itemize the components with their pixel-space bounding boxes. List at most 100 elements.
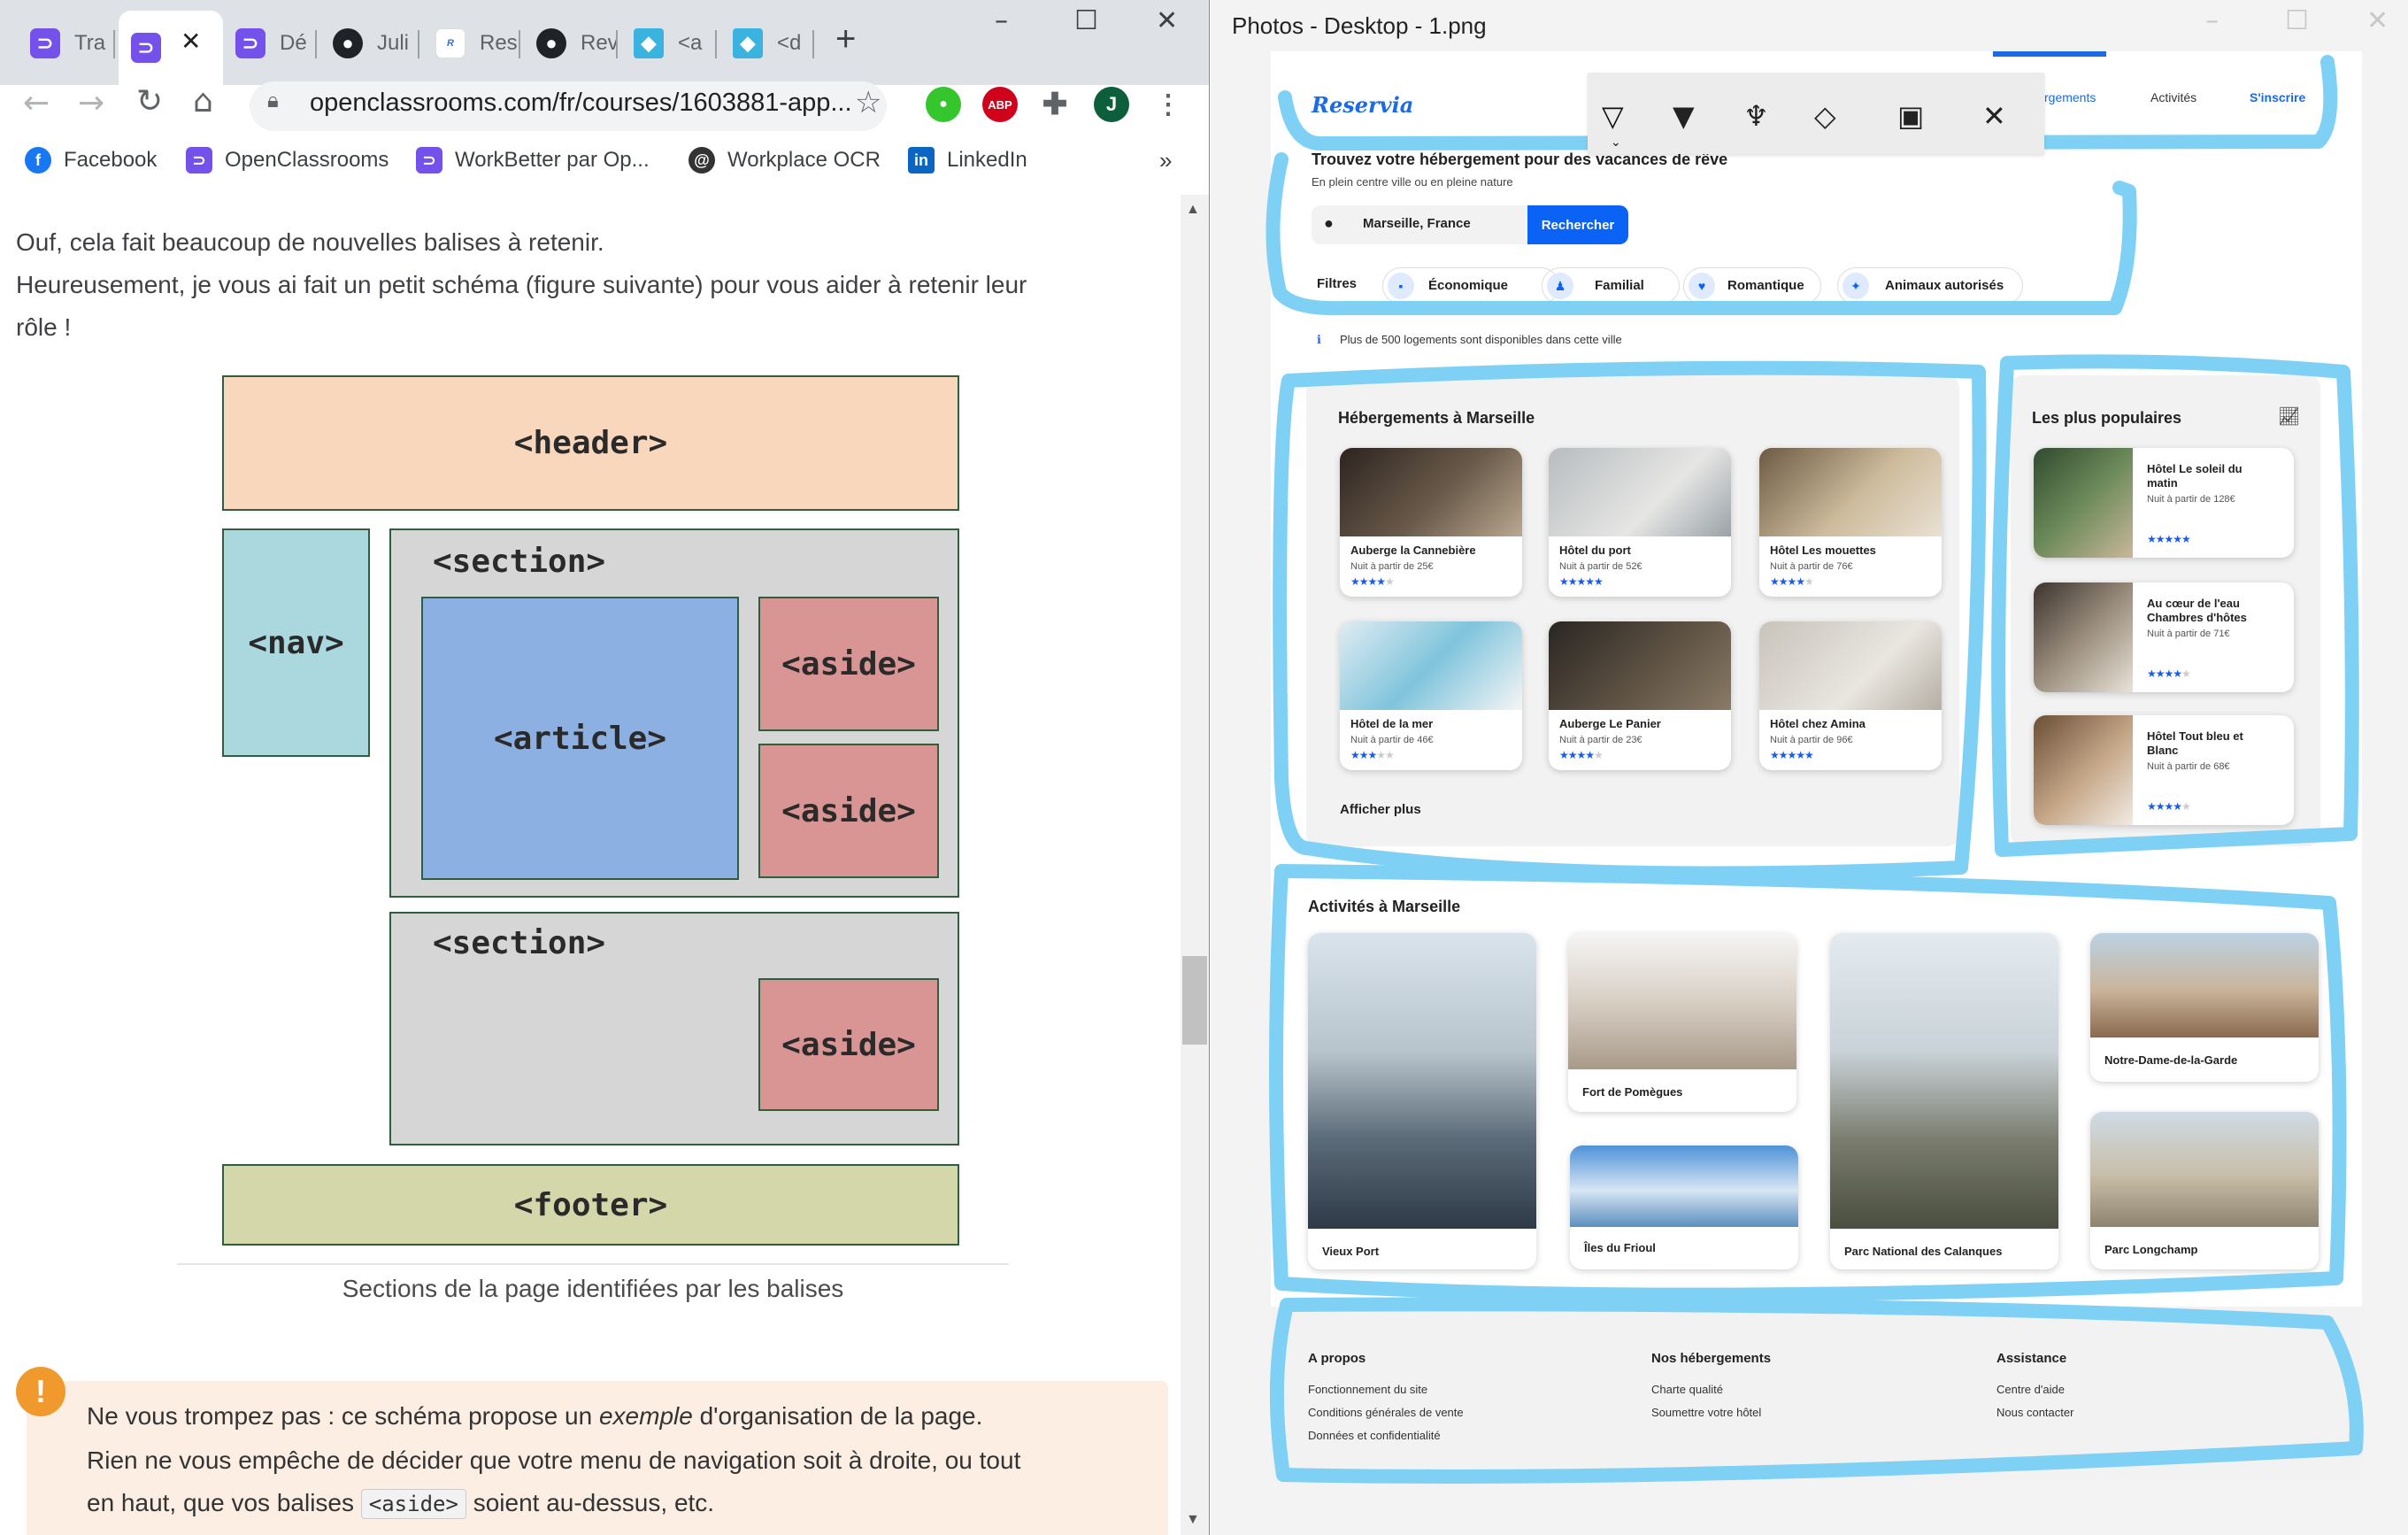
tab-8[interactable]: ◆ <d — [720, 12, 812, 74]
close-icon[interactable]: ✕ — [1982, 99, 2006, 133]
menu-kebab-icon[interactable]: ⋮ — [1150, 87, 1186, 122]
activity-card[interactable]: Parc Longchamp — [2090, 1112, 2319, 1269]
show-more-link[interactable]: Afficher plus — [1340, 802, 1421, 817]
hotel-photo — [1759, 448, 1942, 536]
activity-card[interactable]: Vieux Port — [1308, 933, 1536, 1269]
pencil-icon[interactable]: ▼ — [1673, 99, 1695, 133]
highlighter-icon[interactable]: ♆ — [1743, 99, 1769, 133]
minimize-button[interactable]: – — [2205, 5, 2219, 36]
search-button[interactable]: Rechercher — [1527, 205, 1628, 244]
tab-separator — [616, 30, 618, 58]
profile-avatar[interactable]: J — [1094, 87, 1129, 122]
money-icon: ▪ — [1388, 273, 1414, 299]
popular-card[interactable]: Hôtel Le soleil du matin Nuit à partir d… — [2034, 448, 2294, 558]
hotel-name: Blanc — [2147, 744, 2179, 757]
bookmarks-overflow-icon[interactable]: » — [1159, 147, 1172, 174]
footer-link[interactable]: Nous contacter — [1996, 1406, 2073, 1419]
hotel-price: Nuit à partir de 96€ — [1770, 735, 1853, 745]
hotel-price: Nuit à partir de 68€ — [2147, 761, 2230, 772]
tab-6[interactable]: ● Rev — [524, 12, 616, 74]
hotel-name: Hôtel de la mer — [1350, 717, 1434, 730]
hotel-card[interactable]: Hôtel chez Amina Nuit à partir de 96€ ★★… — [1759, 621, 1942, 770]
hotel-card[interactable]: Hôtel Les mouettes Nuit à partir de 76€ … — [1759, 448, 1942, 597]
home-icon[interactable]: ⌂ — [193, 83, 213, 120]
eraser-icon[interactable]: ◇ — [1814, 99, 1836, 133]
activity-card[interactable]: Parc National des Calanques — [1830, 933, 2058, 1269]
nav-activites[interactable]: Activités — [2150, 90, 2196, 104]
figure-caption: Sections de la page identifiées par les … — [342, 1275, 844, 1302]
site-footer — [1271, 1307, 2362, 1482]
back-arrow-icon[interactable]: ← — [23, 85, 50, 121]
openclassrooms-icon: ⊃ — [30, 28, 60, 58]
activity-card[interactable]: Notre-Dame-de-la-Garde — [2090, 933, 2319, 1082]
bookmark-facebook[interactable]: f Facebook — [25, 147, 157, 174]
forward-arrow-icon[interactable]: → — [78, 85, 104, 121]
hotel-price: Nuit à partir de 25€ — [1350, 561, 1434, 572]
activity-photo — [2090, 1112, 2319, 1227]
minimize-button[interactable]: – — [995, 5, 1008, 36]
chevron-down-icon[interactable]: ⌄ — [1611, 135, 1621, 150]
activity-name: Parc National des Calanques — [1844, 1245, 2003, 1258]
scrollbar[interactable] — [1181, 195, 1209, 1535]
note-line: Ne vous trompez pas : ce schéma propose … — [87, 1402, 983, 1430]
diagram-section-label: <section> — [433, 925, 606, 961]
save-icon[interactable]: ▣ — [1897, 99, 1924, 133]
activity-card[interactable]: Fort de Pomègues — [1568, 933, 1796, 1112]
footer-link[interactable]: Centre d'aide — [1996, 1383, 2065, 1396]
reload-icon[interactable]: ↻ — [136, 83, 163, 120]
tab-7[interactable]: ◆ <a — [621, 12, 715, 74]
url-text[interactable]: openclassrooms.com/fr/courses/1603881-ap… — [310, 89, 852, 118]
popular-card[interactable]: Au cœur de l'eau Chambres d'hôtes Nuit à… — [2034, 582, 2294, 692]
nav-hebergements[interactable]: rgements — [2044, 90, 2096, 104]
activity-photo — [1830, 933, 2058, 1229]
scrollbar-thumb[interactable] — [1182, 956, 1207, 1045]
tab-separator — [113, 30, 115, 58]
footer-link[interactable]: Soumettre votre hôtel — [1651, 1406, 1761, 1419]
tab-1[interactable]: ⊃ Tra — [18, 12, 115, 74]
close-tab-icon[interactable]: ✕ — [181, 27, 201, 56]
maximize-button[interactable]: ☐ — [2285, 5, 2309, 36]
bookmark-workbetter[interactable]: ⊃ WorkBetter par Op... — [416, 147, 650, 174]
nav-inscrire[interactable]: S'inscrire — [2250, 90, 2305, 104]
scroll-up-arrow-icon[interactable]: ▲ — [1186, 202, 1200, 218]
hotel-card[interactable]: Auberge la Cannebière Nuit à partir de 2… — [1340, 448, 1522, 597]
adblock-icon[interactable]: ABP — [982, 87, 1018, 122]
tab-4[interactable]: ● Juli — [320, 12, 418, 74]
footer-link[interactable]: Données et confidentialité — [1308, 1429, 1441, 1442]
paragraph: rôle ! — [16, 313, 72, 341]
footer-link[interactable]: Charte qualité — [1651, 1383, 1723, 1396]
footer-link[interactable]: Fonctionnement du site — [1308, 1383, 1427, 1396]
activity-photo — [2090, 933, 2319, 1037]
inline-code: <aside> — [360, 1489, 466, 1519]
bookmark-openclassrooms[interactable]: ⊃ OpenClassrooms — [186, 147, 389, 174]
close-window-button[interactable]: ✕ — [1156, 5, 1178, 36]
popular-card[interactable]: Hôtel Tout bleu et Blanc Nuit à partir d… — [2034, 715, 2294, 825]
hotel-card[interactable]: Hôtel de la mer Nuit à partir de 46€ ★★★… — [1340, 621, 1522, 770]
filter-label: Romantique — [1727, 278, 1804, 293]
diagram-article-box: <article> — [421, 597, 739, 880]
trend-chart-icon: 📈︎ — [2278, 407, 2301, 427]
tab-3[interactable]: ⊃ Dé — [223, 12, 315, 74]
lock-icon[interactable]: 🔒︎ — [267, 89, 279, 113]
rating-stars: ★★★★★ — [2147, 533, 2191, 545]
new-tab-button[interactable]: + — [835, 19, 856, 59]
hotel-card[interactable]: Auberge Le Panier Nuit à partir de 23€ ★… — [1549, 621, 1731, 770]
extension-green-icon[interactable]: ● — [926, 87, 961, 122]
tab-2-active[interactable]: ⊃ — [119, 11, 223, 85]
maximize-button[interactable]: ☐ — [1074, 5, 1098, 36]
diagram-aside-box: <aside> — [758, 597, 939, 731]
activity-card[interactable]: Îles du Frioul — [1570, 1145, 1798, 1269]
filter-label: Familial — [1595, 278, 1644, 293]
hotel-card[interactable]: Hôtel du port Nuit à partir de 52€ ★★★★★ — [1549, 448, 1731, 597]
ballpoint-pen-icon[interactable]: ▽ — [1602, 99, 1624, 133]
bookmark-linkedin[interactable]: in LinkedIn — [908, 147, 1027, 174]
bookmark-workplace[interactable]: @ Workplace OCR — [689, 147, 881, 174]
tab-5[interactable]: R Res — [423, 12, 519, 74]
close-window-button[interactable]: ✕ — [2366, 5, 2389, 36]
openclassrooms-icon: ⊃ — [186, 147, 212, 174]
nav-active-indicator — [1993, 51, 2106, 57]
footer-link[interactable]: Conditions générales de vente — [1308, 1406, 1464, 1419]
extensions-puzzle-icon[interactable]: ✚ — [1037, 87, 1073, 122]
bookmark-star-icon[interactable]: ☆ — [855, 85, 881, 120]
scroll-down-arrow-icon[interactable]: ▼ — [1186, 1512, 1200, 1528]
